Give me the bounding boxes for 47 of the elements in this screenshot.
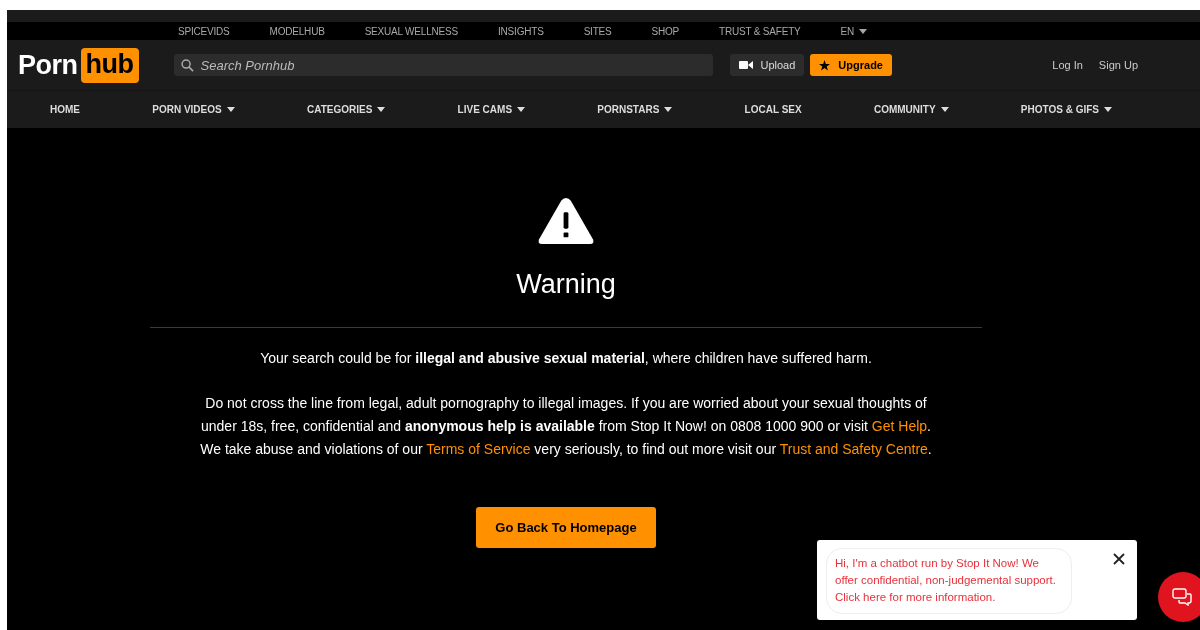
warning-text: We take abuse and violations of our [200, 441, 424, 457]
nav-link[interactable]: COMMUNITY [873, 104, 949, 115]
warning-icon [537, 196, 595, 246]
warning-text: . [927, 441, 932, 457]
nav-link[interactable]: PORNSTARS [597, 104, 673, 115]
video-camera-icon [738, 60, 753, 70]
homepage-button[interactable]: Go Back To Homepage [476, 507, 656, 548]
caret-icon [859, 28, 868, 34]
chat-message[interactable]: Hi, I'm a chatbot run by Stop It Now! We offer confidential, non-judgemental support. Click here for more information. [826, 548, 1072, 614]
nav-link[interactable]: HOME [50, 104, 80, 115]
upgrade-button[interactable]: Upgrade [810, 54, 892, 76]
warning-text: . [927, 418, 931, 434]
site-logo[interactable]: Porn hub [18, 47, 139, 83]
account-link[interactable]: Log In [1052, 59, 1083, 71]
chat-bubbles-icon [1172, 588, 1192, 606]
warning-text: under 18s, free, confidential and anonymous help is available from Stop It Now! on 0808 1000 900 or visit [201, 418, 869, 434]
top-link[interactable]: SEXUAL WELLNESS [364, 25, 458, 37]
top-link[interactable]: INSIGHTS [498, 25, 544, 37]
upload-button[interactable]: Upload [729, 54, 805, 76]
caret-icon [940, 107, 949, 112]
caret-icon [377, 107, 386, 112]
nav-link[interactable]: PORN VIDEOS [152, 104, 235, 115]
search-field[interactable]: Search Pornhub [173, 54, 713, 76]
warning-text: Do not cross the line from legal, adult pornography to illegal images. If you are worried about your sexual thoughts of [205, 395, 927, 411]
top-link[interactable]: SITES [583, 25, 612, 37]
star-icon [819, 59, 831, 71]
top-link[interactable]: SPICEVIDS [178, 25, 230, 37]
account-link[interactable]: Sign Up [1098, 59, 1138, 71]
warning-text: very seriously, to find out more visit our [533, 441, 778, 457]
nav-link[interactable]: LOCAL SEX [744, 104, 802, 115]
nav-link[interactable]: CATEGORIES [306, 104, 386, 115]
close-icon[interactable] [1113, 553, 1125, 565]
nav-link[interactable]: PHOTOS & GIFS [1020, 104, 1112, 115]
chat-button[interactable] [1158, 572, 1200, 622]
top-link[interactable]: SHOP [651, 25, 680, 37]
caret-icon [226, 107, 235, 112]
warning-message: Your search could be for illegal and abusive sexual material, where children have suffered harm. [260, 350, 872, 366]
language-dropdown[interactable]: EN [840, 25, 868, 37]
caret-icon [664, 107, 673, 112]
warning-title: Warning [516, 269, 616, 300]
text-link[interactable]: Terms of Service [426, 441, 531, 457]
caret-icon [517, 107, 526, 112]
nav-link[interactable]: LIVE CAMS [457, 104, 526, 115]
text-link[interactable]: Trust and Safety Centre [779, 441, 928, 457]
top-link[interactable]: TRUST & SAFETY [719, 25, 801, 37]
caret-icon [1104, 107, 1112, 112]
top-link[interactable]: MODELHUB [269, 25, 325, 37]
